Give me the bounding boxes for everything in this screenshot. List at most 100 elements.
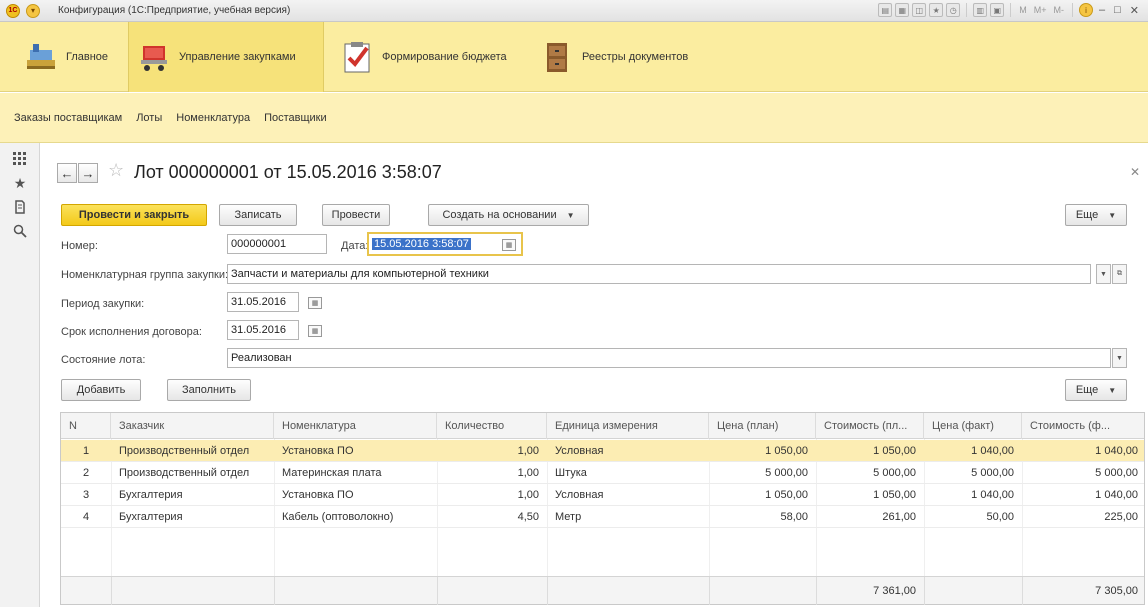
date-value: 15.05.2016 3:58:07 [372, 238, 471, 250]
nav-purchase-orders[interactable]: Заказы поставщикам [14, 112, 122, 124]
minimize-button[interactable]: – [1096, 4, 1108, 16]
col-cost-plan[interactable]: Стоимость (пл... [816, 413, 924, 439]
link-icon[interactable]: ◫ [912, 3, 927, 17]
col-price-fact[interactable]: Цена (факт) [924, 413, 1022, 439]
cell-customer: Бухгалтерия [119, 511, 183, 523]
nav-suppliers[interactable]: Поставщики [264, 112, 327, 124]
home-icon [24, 40, 58, 74]
more-button[interactable]: Еще ▼ [1065, 204, 1127, 226]
col-cost-fact[interactable]: Стоимость (ф... [1022, 413, 1146, 439]
period-label: Период закупки: [61, 298, 145, 310]
cell-price-plan: 58,00 [780, 511, 808, 523]
nav-nomenclature[interactable]: Номенклатура [176, 112, 250, 124]
cell-item: Кабель (оптоволокно) [282, 511, 394, 523]
add-row-button[interactable]: Добавить [61, 379, 141, 401]
main-menu-icon[interactable]: ▾ [26, 3, 40, 18]
cell-cost-fact: 5 000,00 [1095, 467, 1138, 479]
col-qty[interactable]: Количество [437, 413, 547, 439]
goods-table: N Заказчик Номенклатура Количество Едини… [60, 412, 1145, 605]
section-purchasing[interactable]: Управление закупками [128, 22, 324, 92]
separator [1010, 3, 1012, 17]
section-label: Формирование бюджета [382, 51, 507, 63]
create-based-on-button[interactable]: Создать на основании ▼ [428, 204, 589, 226]
cell-cost-fact: 1 040,00 [1095, 489, 1138, 501]
back-button[interactable]: ← [57, 163, 77, 183]
close-window-button[interactable]: ✕ [1127, 4, 1142, 17]
cell-price-plan: 1 050,00 [765, 489, 808, 501]
section-main[interactable]: Главное [16, 22, 116, 92]
table-row[interactable]: 3 Бухгалтерия Установка ПО 1,00 Условная… [61, 484, 1144, 506]
favorites-star-icon[interactable]: ★ [10, 173, 30, 193]
fill-button[interactable]: Заполнить [167, 379, 251, 401]
calendar-icon[interactable]: ▦ [308, 297, 322, 309]
memory-plus-button[interactable]: M+ [1032, 5, 1049, 15]
total-cost-plan: 7 361,00 [873, 585, 916, 597]
col-n[interactable]: N [61, 413, 111, 439]
section-label: Реестры документов [582, 51, 689, 63]
open-icon[interactable]: ⧉ [1112, 264, 1127, 284]
deadline-label: Срок исполнения договора: [61, 326, 202, 338]
memory-m-button[interactable]: M [1017, 5, 1029, 15]
table-footer: 7 361,00 7 305,00 [61, 576, 1144, 605]
col-price-plan[interactable]: Цена (план) [709, 413, 816, 439]
maximize-button[interactable]: □ [1111, 4, 1124, 16]
chevron-down-icon[interactable]: ▼ [1096, 264, 1111, 284]
cell-qty: 1,00 [517, 489, 539, 501]
close-form-icon[interactable]: ✕ [1130, 165, 1140, 179]
forward-button[interactable]: → [78, 163, 98, 183]
chevron-down-icon[interactable]: ▼ [1112, 348, 1127, 368]
window-title: Конфигурация (1С:Предприятие, учебная ве… [58, 5, 291, 16]
table-row[interactable]: 4 Бухгалтерия Кабель (оптоволокно) 4,50 … [61, 506, 1144, 528]
nav-lots[interactable]: Лоты [136, 112, 162, 124]
state-field[interactable]: Реализован [227, 348, 1111, 368]
cell-customer: Производственный отдел [119, 467, 250, 479]
cell-cost-fact: 1 040,00 [1095, 445, 1138, 457]
cell-price-fact: 1 040,00 [971, 445, 1014, 457]
calendar-icon[interactable]: ▣ [990, 3, 1005, 17]
number-field[interactable]: 000000001 [227, 234, 327, 254]
table-row[interactable]: 1 Производственный отдел Установка ПО 1,… [61, 440, 1144, 462]
chevron-down-icon: ▼ [1108, 210, 1117, 220]
history-icon[interactable] [10, 197, 30, 217]
cell-cost-plan: 5 000,00 [873, 467, 916, 479]
menu-grid-icon[interactable] [10, 149, 30, 169]
memory-minus-button[interactable]: M- [1052, 5, 1067, 15]
save-button[interactable]: Записать [219, 204, 297, 226]
divider [111, 577, 112, 605]
cell-unit: Условная [555, 489, 604, 501]
cell-price-fact: 50,00 [986, 511, 1014, 523]
calculator-icon[interactable]: ▥ [973, 3, 988, 17]
cell-price-plan: 5 000,00 [765, 467, 808, 479]
post-and-close-button[interactable]: Провести и закрыть [61, 204, 207, 226]
cell-qty: 1,00 [517, 467, 539, 479]
preview-icon[interactable]: ▦ [895, 3, 910, 17]
table-more-button[interactable]: Еще ▼ [1065, 379, 1127, 401]
cell-n: 1 [82, 445, 90, 457]
app-logo-icon[interactable]: 1C [6, 3, 20, 18]
deadline-field[interactable]: 31.05.2016 [227, 320, 299, 340]
calendar-icon[interactable]: ▦ [502, 239, 516, 251]
search-icon[interactable] [10, 221, 30, 241]
date-field[interactable]: 15.05.2016 3:58:07 [367, 232, 523, 256]
separator [966, 3, 968, 17]
col-unit[interactable]: Единица измерения [547, 413, 709, 439]
left-toolbar: ★ [0, 143, 40, 607]
print-icon[interactable]: ▤ [878, 3, 893, 17]
favorites-icon[interactable]: ★ [929, 3, 944, 17]
group-field[interactable]: Запчасти и материалы для компьютерной те… [227, 264, 1091, 284]
info-icon[interactable]: i [1079, 3, 1093, 17]
calendar-icon[interactable]: ▦ [308, 325, 322, 337]
history-icon[interactable]: ◷ [946, 3, 961, 17]
favorite-star-icon[interactable]: ☆ [108, 160, 124, 181]
post-button[interactable]: Провести [322, 204, 390, 226]
section-budget[interactable]: Формирование бюджета [332, 22, 515, 92]
cell-qty: 1,00 [517, 445, 539, 457]
cell-unit: Метр [555, 511, 582, 523]
col-item[interactable]: Номенклатура [274, 413, 437, 439]
cell-item: Установка ПО [282, 445, 354, 457]
section-registers[interactable]: Реестры документов [532, 22, 696, 92]
col-customer[interactable]: Заказчик [111, 413, 274, 439]
period-field[interactable]: 31.05.2016 [227, 292, 299, 312]
table-row[interactable]: 2 Производственный отдел Материнская пла… [61, 462, 1144, 484]
create-based-on-label: Создать на основании [442, 209, 557, 221]
